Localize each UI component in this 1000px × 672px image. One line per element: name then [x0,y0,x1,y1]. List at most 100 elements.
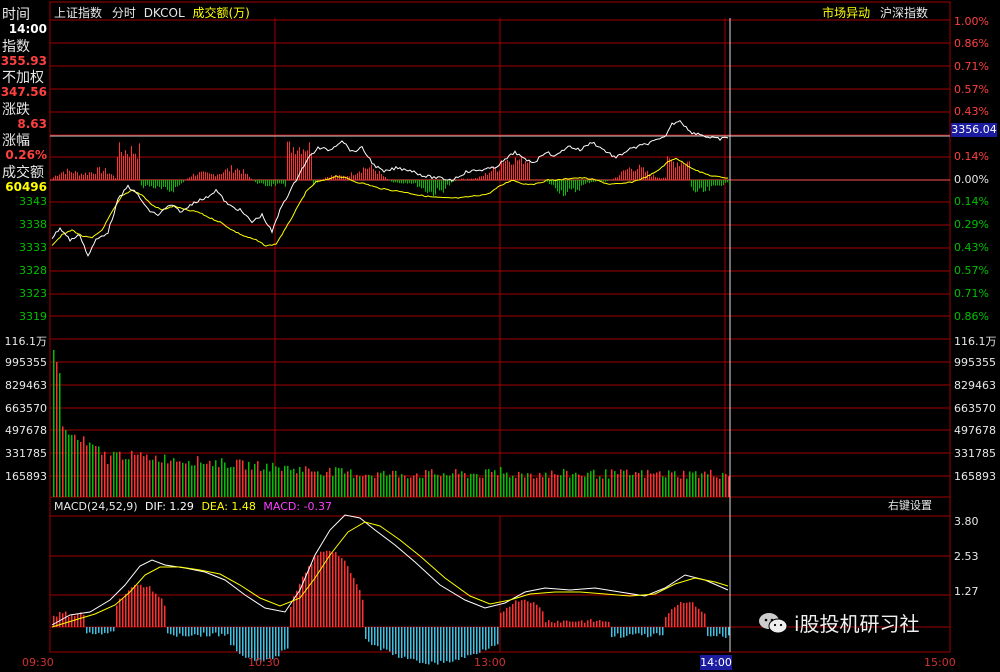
dkcol-bar [233,172,234,180]
volume-bar [65,430,67,497]
dkcol-bar [293,147,294,180]
volume-bar [71,434,73,497]
dkcol-bar [159,180,160,188]
macd-bar [626,627,628,636]
dkcol-bar [297,150,298,180]
dkcol-bar [481,176,482,180]
volume-bar [545,472,547,497]
volume-label: 116.1万 [4,335,48,348]
macd-bar [638,627,640,634]
dkcol-bar [703,180,704,192]
dkcol-bar [689,161,690,180]
pct-label: 0.29% [954,218,989,231]
macd-bar [113,627,115,632]
chart-canvas[interactable] [0,0,1000,672]
volume-bar [323,475,325,497]
macd-bar [407,627,409,660]
dkcol-bar [423,180,424,189]
volume-bar [326,471,328,497]
dkcol-bar [657,177,658,180]
volume-bar [695,471,697,497]
dkcol-bar [437,180,438,189]
dkcol-bar [323,178,324,180]
volume-bar [482,477,484,497]
volume-bar [275,466,277,497]
volume-bar [608,478,610,497]
volume-bar [308,468,310,497]
macd-bar [146,586,148,627]
dkcol-bar [679,166,680,180]
macd-bar [506,607,508,627]
dkcol-bar [55,175,56,180]
mode-label[interactable]: 分时 [112,6,136,20]
volume-bar [236,459,238,497]
macd-bar [179,627,181,634]
dkcol-bar [179,180,180,186]
dkcol-bar [631,168,632,180]
macd-bar [194,627,196,635]
volume-bar [200,462,202,497]
macd-bar [698,608,700,627]
macd-bar [164,605,166,627]
macd-bar [89,627,91,633]
volume-bar [614,471,616,497]
macd-bar [221,627,223,634]
macd-bar [92,627,94,635]
dkcol-bar [591,180,592,183]
index-switch-button[interactable]: 沪深指数 [880,6,928,20]
macd-value-label: MACD: -0.37 [263,500,333,513]
dkcol-bar [65,174,66,180]
dkcol-bar [141,180,142,186]
price-label: 3323 [19,287,47,300]
macd-bar [428,627,430,665]
dkcol-bar [307,150,308,180]
time-label: 10:30 [248,656,280,669]
macd-bar [227,627,229,635]
time-cursor-label: 14:00 [700,655,732,670]
volume-bar [641,470,643,497]
volume-bar [473,473,475,497]
volume-bar [512,475,514,497]
settings-button[interactable]: 右键设置 [888,499,932,513]
volume-bar [185,463,187,497]
dkcol-bar [103,170,104,180]
dkcol-bar [659,177,660,180]
dkcol-bar [343,175,344,180]
volume-label: 663570 [5,402,47,415]
dkcol-bar [89,172,90,180]
macd-bar [368,627,370,642]
volume-bar [137,454,139,497]
index-name[interactable]: 上证指数 [54,6,102,20]
dkcol-bar [513,164,514,180]
volume-bar [206,463,208,497]
dkcol-bar [155,180,156,189]
dkcol-bar [177,180,178,187]
volume-bar [95,446,97,497]
macd-bar [278,627,280,657]
volume-bar [86,445,88,497]
dkcol-bar [405,180,406,183]
indicator-name[interactable]: DKCOL [144,6,185,20]
dkcol-bar [661,178,662,180]
dkcol-bar [257,180,258,184]
dkcol-bar [713,180,714,186]
macd-bar [269,627,271,660]
macd-bar [449,627,451,663]
volume-label: 829463 [954,379,996,392]
volume-bar [536,477,538,497]
macd-bar [389,627,391,652]
macd-bar [464,627,466,658]
market-alert-button[interactable]: 市场异动 [822,6,870,20]
macd-bar [680,601,682,627]
dkcol-bar [59,174,60,180]
pct-label: 0.71% [954,60,989,73]
volume-bar [485,469,487,497]
volume-bar [188,460,190,497]
time-label: 09:30 [22,656,54,669]
dkcol-bar [301,153,302,180]
volume-bar [503,473,505,497]
macd-bar [65,611,67,627]
volume-bar [659,471,661,497]
volume-bar [725,474,727,497]
volume-bar [161,462,163,497]
